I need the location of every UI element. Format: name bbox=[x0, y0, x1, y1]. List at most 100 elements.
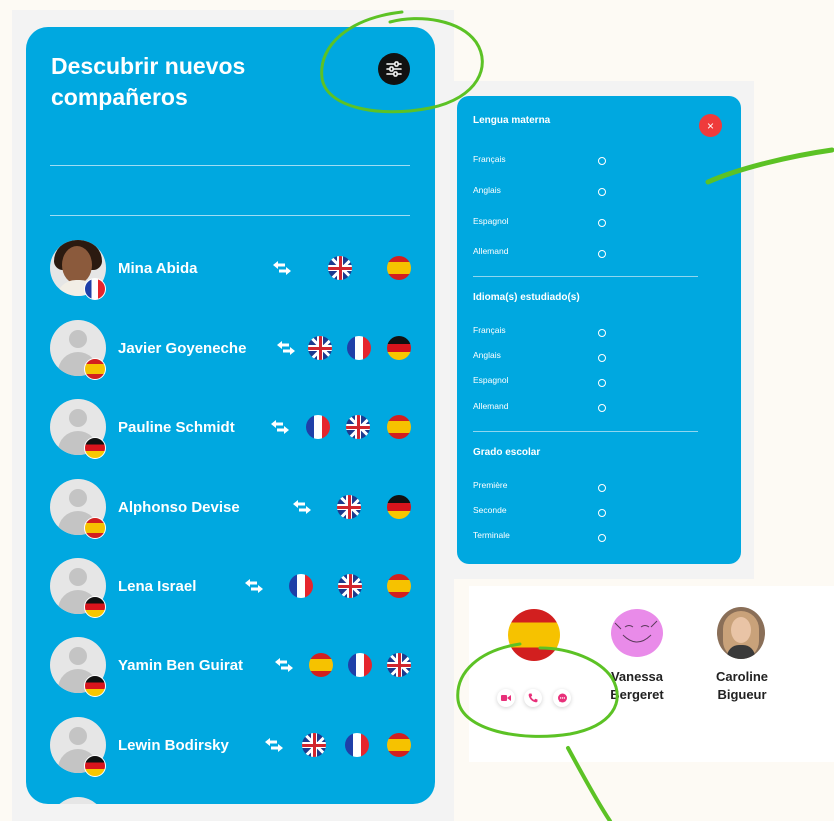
avatar bbox=[50, 797, 106, 804]
user-name: Lewin Bodirsky bbox=[118, 737, 229, 754]
user-name: Alphonso Devise bbox=[118, 499, 240, 516]
radio-grade-terminale[interactable] bbox=[598, 534, 606, 542]
profile-name: Vanessa Bergeret bbox=[606, 668, 668, 704]
option-label: Seconde bbox=[473, 505, 507, 515]
swap-icon bbox=[271, 420, 289, 434]
section-title-grade: Grado escolar bbox=[473, 447, 541, 458]
user-name: Javier Goyeneche bbox=[118, 340, 247, 357]
option-label: Espagnol bbox=[473, 216, 509, 226]
swap-icon bbox=[277, 341, 295, 355]
radio-native-en[interactable] bbox=[598, 188, 606, 196]
page-title: Descubrir nuevos compañeros bbox=[51, 53, 246, 110]
native-flag-de bbox=[84, 675, 106, 697]
learn-flag-fr bbox=[347, 336, 371, 360]
radio-native-es[interactable] bbox=[598, 219, 606, 227]
native-flag-de bbox=[84, 437, 106, 459]
section-title-native: Lengua materna bbox=[473, 115, 551, 126]
option-label: Allemand bbox=[473, 401, 509, 411]
learn-flag-fr bbox=[306, 415, 330, 439]
swap-icon bbox=[293, 500, 311, 514]
radio-native-fr[interactable] bbox=[598, 157, 606, 165]
user-name: Lena Israel bbox=[118, 578, 197, 595]
radio-grade-seconde[interactable] bbox=[598, 509, 606, 517]
discover-panel: Descubrir nuevos compañeros Mina Abida J… bbox=[26, 27, 435, 804]
radio-studied-en[interactable] bbox=[598, 354, 606, 362]
user-row[interactable]: Pauline Schmidt bbox=[50, 399, 411, 459]
user-row[interactable]: Alphonso Devise bbox=[50, 479, 411, 539]
learn-flag-uk bbox=[302, 733, 326, 757]
option-label: Espagnol bbox=[473, 375, 509, 385]
user-row[interactable]: Lewin Bodirsky bbox=[50, 717, 411, 777]
learn-flag-fr bbox=[345, 733, 369, 757]
user-name: Mina Abida bbox=[118, 260, 198, 277]
user-name: Yamin Ben Guirat bbox=[118, 657, 244, 674]
user-row[interactable]: Lena Israel bbox=[50, 558, 411, 618]
user-name: Pauline Schmidt bbox=[118, 419, 235, 436]
profile-name-line: Vanessa bbox=[610, 669, 664, 684]
radio-studied-fr[interactable] bbox=[598, 329, 606, 337]
learn-flag-uk bbox=[338, 574, 362, 598]
radio-native-de[interactable] bbox=[598, 250, 606, 258]
learn-flag-es bbox=[387, 256, 411, 280]
video-call-button[interactable] bbox=[497, 689, 515, 707]
option-label: Français bbox=[473, 325, 506, 335]
learn-flag-de bbox=[387, 495, 411, 519]
filter-panel: × Lengua materna Français Anglais Espagn… bbox=[457, 96, 741, 564]
learn-flag-uk bbox=[308, 336, 332, 360]
radio-studied-es[interactable] bbox=[598, 379, 606, 387]
option-label: Terminale bbox=[473, 530, 510, 540]
option-label: Allemand bbox=[473, 246, 509, 256]
learn-flag-de bbox=[387, 336, 411, 360]
learn-flag-uk bbox=[346, 415, 370, 439]
user-row[interactable]: Mina Abida bbox=[50, 240, 411, 300]
user-row[interactable]: Javier Goyeneche bbox=[50, 320, 411, 380]
profile-name-line: Bergeret bbox=[610, 687, 664, 702]
filter-button[interactable] bbox=[378, 53, 410, 85]
close-icon: × bbox=[706, 118, 714, 133]
voice-call-button[interactable] bbox=[524, 689, 542, 707]
learn-flag-es bbox=[387, 574, 411, 598]
option-label: Anglais bbox=[473, 185, 501, 195]
divider bbox=[473, 431, 698, 432]
native-flag-es bbox=[84, 517, 106, 539]
learn-flag-uk bbox=[328, 256, 352, 280]
learn-flag-es bbox=[387, 415, 411, 439]
swap-icon bbox=[273, 261, 291, 275]
divider bbox=[50, 215, 410, 216]
smiley-icon bbox=[614, 620, 658, 643]
profile-name: Caroline Bigueur bbox=[708, 668, 776, 704]
native-flag-de bbox=[84, 596, 106, 618]
profile-flag-es[interactable] bbox=[508, 609, 560, 661]
profile-name-line: Bigueur bbox=[717, 687, 767, 702]
swap-icon bbox=[275, 658, 293, 672]
profile-name-line: Caroline bbox=[715, 669, 768, 684]
native-flag-de bbox=[84, 755, 106, 777]
learn-flag-es bbox=[309, 653, 333, 677]
divider bbox=[50, 165, 410, 166]
chat-icon bbox=[557, 693, 567, 702]
radio-studied-de[interactable] bbox=[598, 404, 606, 412]
video-icon bbox=[501, 695, 511, 701]
learn-flag-es bbox=[387, 733, 411, 757]
avatar[interactable] bbox=[717, 607, 765, 659]
native-flag-fr bbox=[84, 278, 106, 300]
option-label: Première bbox=[473, 480, 508, 490]
native-flag-es bbox=[84, 358, 106, 380]
learn-flag-fr bbox=[289, 574, 313, 598]
sliders-icon bbox=[386, 61, 402, 77]
radio-grade-premiere[interactable] bbox=[598, 484, 606, 492]
learn-flag-fr bbox=[348, 653, 372, 677]
user-row[interactable]: Yamin Ben Guirat bbox=[50, 637, 411, 697]
learn-flag-uk bbox=[387, 653, 411, 677]
learn-flag-uk bbox=[337, 495, 361, 519]
close-button[interactable]: × bbox=[699, 114, 722, 137]
option-label: Anglais bbox=[473, 350, 501, 360]
chat-button[interactable] bbox=[553, 689, 571, 707]
option-label: Français bbox=[473, 154, 506, 164]
avatar[interactable] bbox=[611, 609, 663, 657]
phone-icon bbox=[528, 693, 538, 703]
swap-icon bbox=[245, 579, 263, 593]
swap-icon bbox=[265, 738, 283, 752]
section-title-studied: Idioma(s) estudiado(s) bbox=[473, 292, 580, 303]
divider bbox=[473, 276, 698, 277]
